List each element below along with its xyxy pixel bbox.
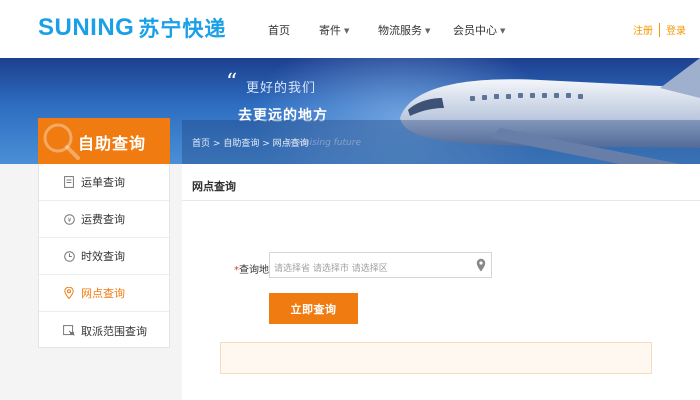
svg-text:¥: ¥ bbox=[67, 217, 71, 224]
yen-coin-icon: ¥ bbox=[63, 213, 75, 225]
nav-item-send[interactable]: 寄件 ▼ bbox=[319, 22, 349, 38]
main-nav: 首页 寄件 ▼ 物流服务 ▼ 会员中心 ▼ bbox=[0, 0, 700, 58]
top-header: SUNING 苏宁快递 首页 寄件 ▼ 物流服务 ▼ 会员中心 ▼ 注册 登录 bbox=[0, 0, 700, 58]
sidebar-item-label: 时效查询 bbox=[81, 250, 125, 263]
clock-icon bbox=[63, 250, 75, 262]
nav-item-logistics[interactable]: 物流服务 ▼ bbox=[378, 22, 430, 38]
result-area bbox=[220, 342, 652, 374]
sidebar-item-label: 运费查询 bbox=[81, 213, 125, 226]
auth-links: 注册 登录 bbox=[633, 22, 686, 37]
query-now-button[interactable]: 立即查询 bbox=[269, 293, 358, 324]
sidebar-menu: 运单查询 ¥ 运费查询 时效查询 网点查询 取派范围查询 bbox=[38, 164, 170, 348]
location-pin-icon bbox=[63, 287, 75, 299]
magnifier-icon bbox=[43, 123, 80, 160]
register-link[interactable]: 注册 bbox=[633, 22, 653, 37]
panel-title: 网点查询 bbox=[192, 180, 236, 193]
sidebar-item-label: 网点查询 bbox=[81, 287, 125, 300]
waybill-icon bbox=[63, 176, 75, 188]
nav-item-member[interactable]: 会员中心 ▼ bbox=[453, 22, 505, 38]
breadcrumb-current: 网点查询 bbox=[272, 139, 309, 149]
breadcrumb-separator: > bbox=[262, 139, 270, 149]
quote-mark-icon: “ bbox=[226, 70, 238, 95]
location-pin-icon[interactable] bbox=[476, 258, 486, 272]
caret-down-icon: ▼ bbox=[344, 27, 350, 35]
sidebar-item-freight[interactable]: ¥ 运费查询 bbox=[39, 201, 169, 238]
sidebar-header: 自助查询 bbox=[38, 118, 170, 164]
sidebar-item-waybill[interactable]: 运单查询 bbox=[39, 164, 169, 201]
caret-down-icon: ▼ bbox=[500, 27, 506, 35]
range-icon bbox=[63, 325, 75, 337]
breadcrumb-home[interactable]: 首页 bbox=[192, 139, 210, 149]
divider bbox=[182, 200, 700, 201]
divider bbox=[659, 22, 660, 37]
sidebar-item-label: 运单查询 bbox=[81, 176, 125, 189]
sidebar-item-label: 取派范围查询 bbox=[81, 324, 147, 338]
location-select-input[interactable]: 请选择省 请选择市 请选择区 bbox=[269, 252, 492, 278]
nav-label: 会员中心 bbox=[453, 24, 497, 37]
sidebar-item-outlet[interactable]: 网点查询 bbox=[39, 275, 169, 312]
sidebar-title: 自助查询 bbox=[78, 134, 147, 153]
nav-label: 首页 bbox=[268, 24, 290, 37]
sidebar-item-range[interactable]: 取派范围查询 bbox=[39, 312, 169, 349]
nav-label: 寄件 bbox=[319, 24, 341, 37]
nav-label: 物流服务 bbox=[378, 24, 422, 37]
breadcrumb-separator: > bbox=[212, 139, 221, 149]
location-placeholder: 请选择省 请选择市 请选择区 bbox=[274, 264, 388, 274]
caret-down-icon: ▼ bbox=[425, 27, 431, 35]
main-panel: 网点查询 *查询地： 请选择省 请选择市 请选择区 立即查询 bbox=[182, 164, 700, 400]
sidebar-item-timeliness[interactable]: 时效查询 bbox=[39, 238, 169, 275]
login-link[interactable]: 登录 bbox=[666, 22, 686, 37]
banner-slogan-1: 更好的我们 bbox=[246, 81, 317, 96]
nav-item-home[interactable]: 首页 bbox=[268, 22, 290, 38]
breadcrumb: 首页 > 自助查询 > 网点查询 bbox=[192, 136, 309, 149]
breadcrumb-section[interactable]: 自助查询 bbox=[223, 139, 259, 149]
